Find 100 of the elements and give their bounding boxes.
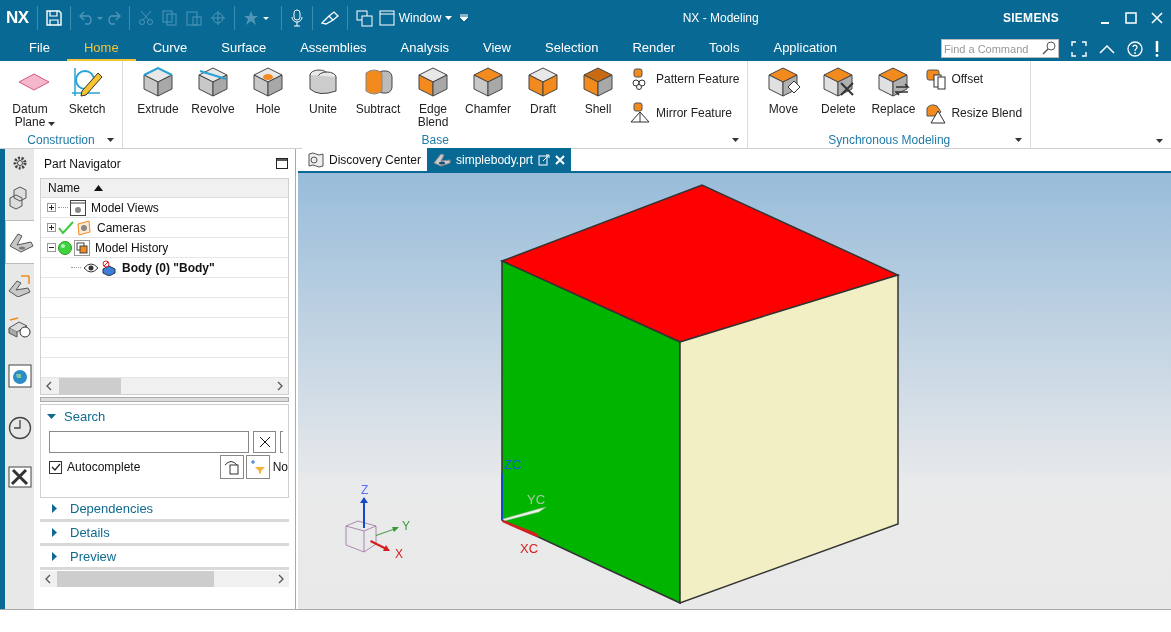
cube-drawing[interactable] — [500, 184, 901, 605]
axis-label: Y — [402, 519, 410, 533]
section-title[interactable]: Dependencies — [70, 498, 154, 519]
window-icon — [378, 10, 395, 26]
ribbon-button[interactable]: Draft — [516, 61, 570, 132]
tree-item[interactable]: Cameras — [97, 218, 146, 237]
ribbon-label: Unite — [308, 103, 338, 116]
ribbon-label: Datum Plane — [12, 103, 48, 129]
expand-icon[interactable] — [52, 552, 58, 561]
tree-item[interactable]: Model History — [95, 238, 169, 257]
caret-icon — [48, 122, 55, 126]
offset-icon — [925, 68, 948, 90]
ribbon-button[interactable]: Mirror Feature — [630, 99, 740, 127]
ribbon-button[interactable]: Delete — [811, 61, 866, 132]
ribbon-button[interactable]: Move — [756, 61, 811, 132]
part-icon — [433, 152, 452, 167]
undock-icon[interactable] — [538, 153, 551, 166]
ribbon-button[interactable]: Revolve — [186, 61, 240, 132]
ribbon-label: Edge Blend — [416, 103, 450, 129]
history-icon — [74, 239, 90, 256]
ribbon-button[interactable]: Edge Blend — [406, 61, 460, 132]
filter-label: No — [272, 459, 288, 476]
ribbon-button[interactable]: Unite — [296, 61, 350, 132]
alert-icon[interactable] — [1155, 40, 1159, 57]
axis-label: XC — [520, 541, 539, 556]
search-icon[interactable] — [1042, 41, 1056, 55]
close-icon — [258, 436, 271, 448]
ribbon-label: Subtract — [355, 103, 401, 116]
menu-tab[interactable]: Render — [615, 36, 693, 61]
menu-tab[interactable]: Surface — [204, 36, 284, 61]
search-field[interactable] — [49, 431, 249, 453]
menu-tab[interactable]: Selection — [528, 36, 616, 61]
collapse-icon[interactable] — [47, 243, 56, 252]
draft-icon — [526, 65, 560, 99]
ribbon-button[interactable]: Extrude — [131, 61, 185, 132]
maximize-icon[interactable] — [276, 158, 288, 169]
group-menu-icon — [732, 138, 740, 142]
ribbon-button[interactable]: Resize Blend — [925, 99, 1023, 127]
column-header[interactable]: Name — [41, 179, 288, 198]
menu-tab[interactable]: Analysis — [383, 36, 467, 61]
window-title: NX - Modeling — [682, 10, 759, 27]
blend-icon — [925, 102, 948, 124]
app-logo: NX — [6, 7, 29, 30]
window-menu[interactable]: Window — [378, 9, 453, 27]
section-title[interactable]: Details — [70, 522, 110, 543]
collapse-icon[interactable] — [47, 414, 56, 420]
menu-tab[interactable]: File — [12, 36, 67, 61]
x-axis-arrow — [370, 540, 390, 551]
menu-tab[interactable]: View — [466, 36, 528, 61]
fullscreen-icon[interactable] — [1071, 40, 1087, 57]
ribbon-button[interactable]: Sketch — [60, 61, 114, 132]
document-tab[interactable]: simplebody.prt — [427, 148, 572, 171]
section-title[interactable]: Preview — [70, 546, 117, 567]
save-icon[interactable] — [45, 10, 62, 26]
customize-icon[interactable] — [460, 14, 469, 22]
ribbon-button[interactable]: Offset — [925, 65, 1023, 93]
eye-icon[interactable] — [83, 262, 99, 273]
clock-icon — [8, 416, 32, 440]
panel-title: Part Navigator — [44, 155, 121, 173]
section-title[interactable]: Search — [64, 407, 106, 427]
expand-icon[interactable] — [47, 203, 56, 212]
star-icon[interactable] — [242, 10, 259, 26]
close-icon[interactable] — [1151, 12, 1163, 24]
clear-button[interactable] — [253, 431, 276, 453]
ribbon-button[interactable]: Replace — [866, 61, 921, 132]
ribbon-button[interactable]: Datum Plane — [8, 61, 59, 132]
close-icon[interactable] — [555, 154, 566, 165]
ribbon-button[interactable]: Chamfer — [461, 61, 515, 132]
chevron-up-icon[interactable] — [1099, 43, 1115, 54]
ribbon-button[interactable]: Subtract — [351, 61, 405, 132]
menu-tab[interactable]: Tools — [692, 36, 757, 61]
document-tab[interactable]: Discovery Center — [302, 148, 428, 171]
windows-icon[interactable] — [355, 9, 373, 27]
group-menu-icon — [1015, 138, 1023, 142]
expand-icon[interactable] — [52, 528, 58, 537]
help-icon[interactable] — [1127, 40, 1143, 57]
tree-item[interactable]: Model Views — [91, 198, 159, 217]
web-browser-icon — [8, 364, 32, 388]
command-search-field[interactable]: Find a Command — [941, 39, 1059, 58]
menu-tab[interactable]: Curve — [135, 36, 205, 61]
horizontal-scrollbar[interactable] — [41, 378, 288, 394]
ribbon-button[interactable]: Pattern Feature — [630, 65, 740, 93]
tree-item[interactable]: Body (0) "Body" — [122, 258, 215, 277]
graphics-window[interactable]: ZC YC XC Z Y X — [298, 173, 1171, 609]
expand-icon[interactable] — [47, 223, 56, 232]
ribbon-button[interactable]: Hole — [241, 61, 295, 132]
camera-icon — [76, 219, 92, 236]
axis-label: X — [395, 547, 403, 561]
brush-icon[interactable] — [320, 11, 339, 25]
gear-icon — [12, 155, 28, 171]
field-edge — [280, 431, 283, 453]
brand-logo: SIEMENS — [1002, 10, 1059, 27]
expand-icon[interactable] — [52, 504, 58, 513]
filter-view-button[interactable] — [219, 455, 244, 479]
ribbon-button[interactable]: Shell — [571, 61, 625, 132]
horizontal-scrollbar[interactable] — [40, 571, 289, 587]
microphone-icon[interactable] — [289, 9, 304, 27]
menu-tab[interactable]: Assemblies — [283, 36, 384, 61]
menu-tab[interactable]: Application — [756, 36, 855, 61]
checkbox[interactable] — [49, 460, 62, 474]
